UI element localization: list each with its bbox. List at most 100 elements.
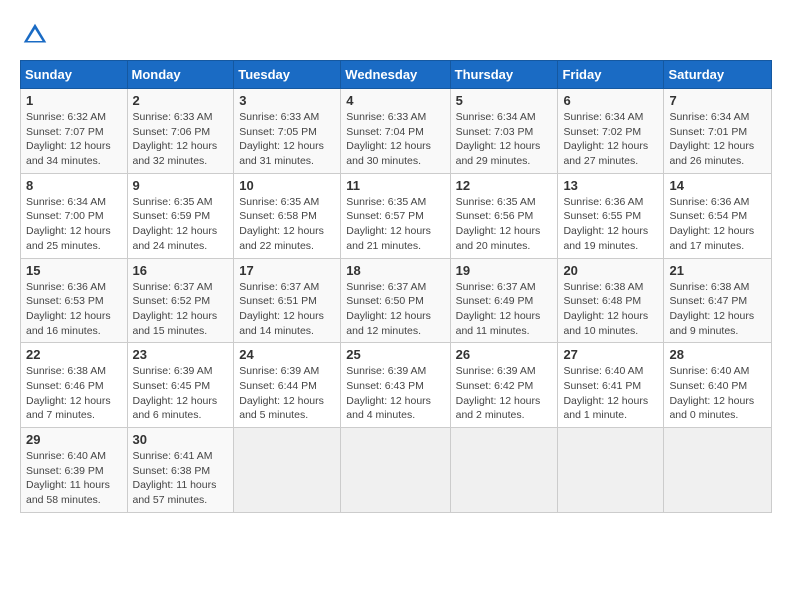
calendar-cell: 26 Sunrise: 6:39 AM Sunset: 6:42 PM Dayli…	[450, 343, 558, 428]
day-number: 28	[669, 347, 766, 362]
day-number: 3	[239, 93, 335, 108]
calendar-cell: 14 Sunrise: 6:36 AM Sunset: 6:54 PM Dayli…	[664, 173, 772, 258]
calendar-cell: 19Sunrise: 6:37 AM Sunset: 6:49 PM Dayli…	[450, 258, 558, 343]
day-info: Sunrise: 6:35 AM Sunset: 6:58 PM Dayligh…	[239, 195, 335, 254]
day-number: 4	[346, 93, 444, 108]
day-info: Sunrise: 6:41 AM Sunset: 6:38 PM Dayligh…	[133, 449, 229, 508]
day-info: Sunrise: 6:34 AM Sunset: 7:02 PM Dayligh…	[563, 110, 658, 169]
calendar-cell: 25 Sunrise: 6:39 AM Sunset: 6:43 PM Dayli…	[341, 343, 450, 428]
logo-icon	[20, 20, 50, 50]
day-info: Sunrise: 6:40 AM Sunset: 6:40 PM Dayligh…	[669, 364, 766, 423]
day-number: 18	[346, 263, 444, 278]
day-number: 7	[669, 93, 766, 108]
calendar-week-1: 1Sunrise: 6:32 AM Sunset: 7:07 PM Daylig…	[21, 89, 772, 174]
day-number: 9	[133, 178, 229, 193]
calendar-week-3: 15Sunrise: 6:36 AM Sunset: 6:53 PM Dayli…	[21, 258, 772, 343]
day-info: Sunrise: 6:39 AM Sunset: 6:43 PM Dayligh…	[346, 364, 444, 423]
day-info: Sunrise: 6:33 AM Sunset: 7:04 PM Dayligh…	[346, 110, 444, 169]
day-info: Sunrise: 6:39 AM Sunset: 6:44 PM Dayligh…	[239, 364, 335, 423]
day-number: 23	[133, 347, 229, 362]
calendar-cell: 5 Sunrise: 6:34 AM Sunset: 7:03 PM Daylig…	[450, 89, 558, 174]
day-number: 24	[239, 347, 335, 362]
calendar-cell: 22 Sunrise: 6:38 AM Sunset: 6:46 PM Dayli…	[21, 343, 128, 428]
day-info: Sunrise: 6:35 AM Sunset: 6:57 PM Dayligh…	[346, 195, 444, 254]
calendar-cell: 4 Sunrise: 6:33 AM Sunset: 7:04 PM Daylig…	[341, 89, 450, 174]
calendar-cell: 30 Sunrise: 6:41 AM Sunset: 6:38 PM Dayli…	[127, 428, 234, 513]
day-number: 14	[669, 178, 766, 193]
day-info: Sunrise: 6:34 AM Sunset: 7:01 PM Dayligh…	[669, 110, 766, 169]
day-info: Sunrise: 6:35 AM Sunset: 6:59 PM Dayligh…	[133, 195, 229, 254]
calendar-cell	[234, 428, 341, 513]
calendar-cell: 12 Sunrise: 6:35 AM Sunset: 6:56 PM Dayli…	[450, 173, 558, 258]
day-info: Sunrise: 6:37 AM Sunset: 6:50 PM Dayligh…	[346, 280, 444, 339]
day-info: Sunrise: 6:37 AM Sunset: 6:51 PM Dayligh…	[239, 280, 335, 339]
day-info: Sunrise: 6:39 AM Sunset: 6:42 PM Dayligh…	[456, 364, 553, 423]
calendar-cell: 7 Sunrise: 6:34 AM Sunset: 7:01 PM Daylig…	[664, 89, 772, 174]
weekday-header-tuesday: Tuesday	[234, 61, 341, 89]
weekday-header-wednesday: Wednesday	[341, 61, 450, 89]
calendar-week-5: 29 Sunrise: 6:40 AM Sunset: 6:39 PM Dayli…	[21, 428, 772, 513]
page-header	[20, 20, 772, 50]
calendar-cell	[558, 428, 664, 513]
day-number: 21	[669, 263, 766, 278]
calendar-cell: 20 Sunrise: 6:38 AM Sunset: 6:48 PM Dayli…	[558, 258, 664, 343]
day-info: Sunrise: 6:34 AM Sunset: 7:00 PM Dayligh…	[26, 195, 122, 254]
day-info: Sunrise: 6:33 AM Sunset: 7:05 PM Dayligh…	[239, 110, 335, 169]
day-info: Sunrise: 6:36 AM Sunset: 6:54 PM Dayligh…	[669, 195, 766, 254]
calendar-cell: 10Sunrise: 6:35 AM Sunset: 6:58 PM Dayli…	[234, 173, 341, 258]
day-info: Sunrise: 6:36 AM Sunset: 6:55 PM Dayligh…	[563, 195, 658, 254]
day-info: Sunrise: 6:33 AM Sunset: 7:06 PM Dayligh…	[133, 110, 229, 169]
calendar-cell: 8 Sunrise: 6:34 AM Sunset: 7:00 PM Daylig…	[21, 173, 128, 258]
day-info: Sunrise: 6:36 AM Sunset: 6:53 PM Dayligh…	[26, 280, 122, 339]
calendar-cell: 24 Sunrise: 6:39 AM Sunset: 6:44 PM Dayli…	[234, 343, 341, 428]
weekday-header-monday: Monday	[127, 61, 234, 89]
day-number: 20	[563, 263, 658, 278]
day-info: Sunrise: 6:40 AM Sunset: 6:41 PM Dayligh…	[563, 364, 658, 423]
calendar-cell: 11 Sunrise: 6:35 AM Sunset: 6:57 PM Dayli…	[341, 173, 450, 258]
day-number: 22	[26, 347, 122, 362]
day-number: 30	[133, 432, 229, 447]
calendar-cell: 2 Sunrise: 6:33 AM Sunset: 7:06 PM Daylig…	[127, 89, 234, 174]
day-number: 12	[456, 178, 553, 193]
day-number: 11	[346, 178, 444, 193]
weekday-header-sunday: Sunday	[21, 61, 128, 89]
calendar-body: 1Sunrise: 6:32 AM Sunset: 7:07 PM Daylig…	[21, 89, 772, 513]
day-info: Sunrise: 6:40 AM Sunset: 6:39 PM Dayligh…	[26, 449, 122, 508]
day-number: 25	[346, 347, 444, 362]
calendar-cell	[341, 428, 450, 513]
day-number: 8	[26, 178, 122, 193]
day-number: 16	[133, 263, 229, 278]
day-info: Sunrise: 6:38 AM Sunset: 6:47 PM Dayligh…	[669, 280, 766, 339]
calendar-cell: 16Sunrise: 6:37 AM Sunset: 6:52 PM Dayli…	[127, 258, 234, 343]
calendar-cell: 6Sunrise: 6:34 AM Sunset: 7:02 PM Daylig…	[558, 89, 664, 174]
calendar-cell: 29 Sunrise: 6:40 AM Sunset: 6:39 PM Dayli…	[21, 428, 128, 513]
calendar-cell	[450, 428, 558, 513]
weekday-header-friday: Friday	[558, 61, 664, 89]
day-number: 27	[563, 347, 658, 362]
weekday-header-thursday: Thursday	[450, 61, 558, 89]
day-number: 26	[456, 347, 553, 362]
day-info: Sunrise: 6:38 AM Sunset: 6:48 PM Dayligh…	[563, 280, 658, 339]
calendar-cell: 15Sunrise: 6:36 AM Sunset: 6:53 PM Dayli…	[21, 258, 128, 343]
day-info: Sunrise: 6:39 AM Sunset: 6:45 PM Dayligh…	[133, 364, 229, 423]
day-number: 19	[456, 263, 553, 278]
day-info: Sunrise: 6:38 AM Sunset: 6:46 PM Dayligh…	[26, 364, 122, 423]
calendar-cell: 9 Sunrise: 6:35 AM Sunset: 6:59 PM Daylig…	[127, 173, 234, 258]
day-info: Sunrise: 6:34 AM Sunset: 7:03 PM Dayligh…	[456, 110, 553, 169]
day-number: 13	[563, 178, 658, 193]
calendar-cell: 23 Sunrise: 6:39 AM Sunset: 6:45 PM Dayli…	[127, 343, 234, 428]
day-info: Sunrise: 6:35 AM Sunset: 6:56 PM Dayligh…	[456, 195, 553, 254]
day-number: 5	[456, 93, 553, 108]
calendar-cell: 18 Sunrise: 6:37 AM Sunset: 6:50 PM Dayli…	[341, 258, 450, 343]
calendar-table: SundayMondayTuesdayWednesdayThursdayFrid…	[20, 60, 772, 513]
calendar-week-4: 22 Sunrise: 6:38 AM Sunset: 6:46 PM Dayli…	[21, 343, 772, 428]
day-number: 2	[133, 93, 229, 108]
calendar-cell: 3 Sunrise: 6:33 AM Sunset: 7:05 PM Daylig…	[234, 89, 341, 174]
day-number: 17	[239, 263, 335, 278]
calendar-week-2: 8 Sunrise: 6:34 AM Sunset: 7:00 PM Daylig…	[21, 173, 772, 258]
calendar-cell: 21 Sunrise: 6:38 AM Sunset: 6:47 PM Dayli…	[664, 258, 772, 343]
weekday-header-saturday: Saturday	[664, 61, 772, 89]
calendar-cell: 28 Sunrise: 6:40 AM Sunset: 6:40 PM Dayli…	[664, 343, 772, 428]
day-number: 29	[26, 432, 122, 447]
calendar-header: SundayMondayTuesdayWednesdayThursdayFrid…	[21, 61, 772, 89]
